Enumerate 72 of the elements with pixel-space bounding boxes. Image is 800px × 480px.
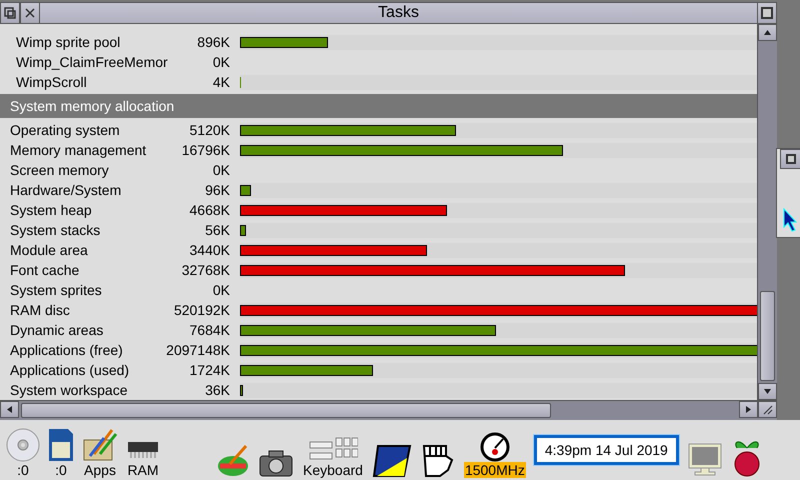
memory-size: 96K (204, 182, 230, 198)
toggle-size-button[interactable] (757, 3, 777, 24)
memory-label: Font cache (9, 262, 80, 278)
folder-brushes-icon[interactable] (82, 428, 118, 462)
cpu-speed-label: 1500MHz (464, 462, 526, 478)
scroll-left-button[interactable] (0, 401, 19, 418)
memory-label: Memory management (9, 142, 148, 158)
clock-display[interactable]: 4:39pm 14 Jul 2019 (534, 435, 679, 465)
section-header: System memory allocation (0, 94, 757, 118)
back-icon (4, 7, 16, 19)
memory-size: 36K (204, 382, 230, 398)
memory-label: System heap (9, 202, 93, 218)
mouse-pointer-icon (783, 208, 797, 232)
draw-document-icon[interactable] (372, 444, 412, 478)
memory-label: Wimp sprite pool (15, 34, 122, 50)
toggle-size-icon (761, 7, 773, 19)
scroll-up-button[interactable] (758, 24, 777, 41)
memory-label: System sprites (9, 282, 103, 298)
right-arrow-icon (746, 406, 751, 413)
icon-label: RAM (126, 462, 160, 478)
memory-label: Applications (free) (9, 342, 124, 358)
scrollbar-thumb[interactable] (21, 403, 551, 418)
memory-label: WimpScroll (15, 74, 88, 90)
memory-size: 0K (212, 162, 230, 178)
memory-size: 32768K (180, 262, 230, 278)
left-arrow-icon (7, 406, 12, 413)
toggle-size-button[interactable] (780, 149, 800, 169)
memory-label: Applications (used) (9, 362, 130, 378)
speedometer-icon[interactable] (478, 432, 512, 462)
memory-size: 56K (204, 222, 230, 238)
scrollbar-thumb[interactable] (760, 291, 775, 381)
memory-size: 2097148K (166, 342, 230, 358)
memory-label: RAM disc (9, 302, 71, 318)
memory-label: Hardware/System (9, 182, 122, 198)
paint-palette-icon[interactable] (216, 444, 250, 478)
icon-label: Keyboard (302, 462, 364, 478)
up-arrow-icon (764, 30, 771, 35)
memory-size: 1724K (188, 362, 230, 378)
memory-size: 7684K (188, 322, 230, 338)
memory-size: 4K (212, 74, 230, 90)
memory-size: 0K (212, 282, 230, 298)
scroll-right-button[interactable] (739, 401, 758, 418)
memory-label: Module area (9, 242, 89, 258)
icon-label: Apps (83, 462, 117, 478)
resize-icon (762, 404, 772, 414)
close-button[interactable] (20, 3, 40, 24)
memory-label: Wimp_ClaimFreeMemor (15, 54, 166, 70)
memory-label: System stacks (9, 222, 102, 238)
window-title: Tasks (40, 3, 757, 24)
memory-size: 16796K (180, 142, 230, 158)
memory-size: 896K (196, 34, 230, 50)
memory-size: 3440K (188, 242, 230, 258)
close-icon (25, 8, 35, 18)
memory-label: Screen memory (9, 162, 110, 178)
memory-size: 520192K (172, 302, 230, 318)
monitor-icon[interactable] (686, 442, 723, 478)
resize-handle[interactable] (758, 401, 777, 418)
toggle-size-icon (786, 154, 796, 164)
scroll-down-button[interactable] (758, 383, 777, 400)
down-arrow-icon (764, 389, 771, 394)
sd-card-icon[interactable] (48, 428, 74, 462)
memory-label: Dynamic areas (9, 322, 104, 338)
memory-size: 0K (212, 54, 230, 70)
icon-label: :0 (16, 462, 30, 478)
memory-label: Operating system (9, 122, 121, 138)
keyboard-keys-icon[interactable] (308, 436, 358, 462)
memory-label: System workspace (9, 382, 128, 398)
camera-icon[interactable] (258, 448, 294, 478)
memory-size: 5120K (188, 122, 230, 138)
memory-size: 4668K (188, 202, 230, 218)
back-button[interactable] (0, 3, 20, 24)
icon-label: :0 (54, 462, 68, 478)
